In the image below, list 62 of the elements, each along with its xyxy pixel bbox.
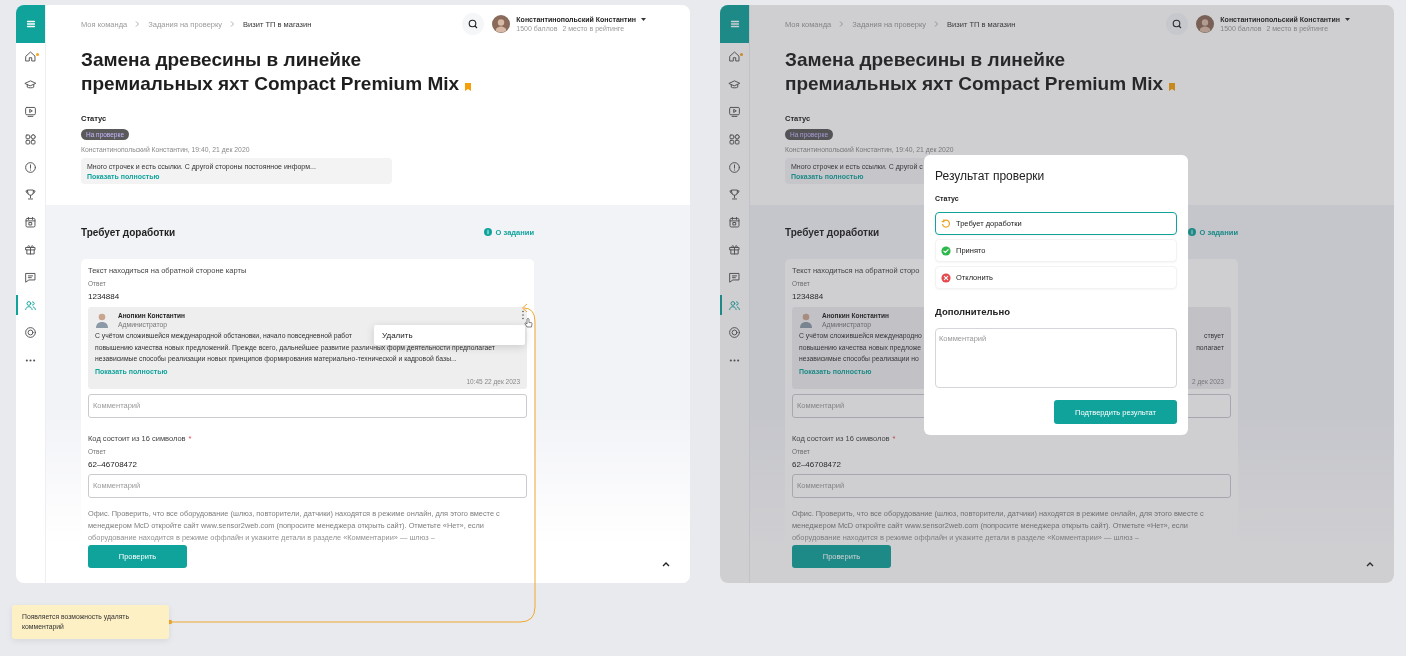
answer-text: 62–46708472 [88,459,138,469]
video-icon [24,105,37,119]
kebab-icon [521,310,525,320]
menu-item[interactable]: Удалить [374,325,525,345]
avatar-icon [1196,15,1215,33]
page-title: Замена древесины в линейке премиальных яхт Compact Premium Mix [785,48,1185,96]
answer-text: 62–46708472 [792,459,842,469]
section-title: Требует доработки [785,226,880,238]
lifebuoy-icon [24,326,37,340]
grid-icon [24,133,37,147]
bookmark-icon[interactable] [465,83,472,91]
cross-circle-icon [941,272,951,283]
extra-label: Дополнительно [935,306,1011,317]
trophy-icon [728,188,741,202]
menu-icon [24,18,37,30]
chat-icon [728,271,741,285]
chevron-right-icon [934,21,940,27]
search-button[interactable] [462,13,485,35]
refresh-icon [941,218,951,229]
people-icon [24,298,37,312]
video-icon [728,105,741,119]
page-title: Замена древесины в линейке премиальных яхт Compact Premium Mix [81,48,481,96]
chat-icon [24,271,37,285]
people-icon [728,298,741,312]
lifebuoy-icon [728,326,741,340]
answer-text: 1234884 [792,292,825,301]
avatar-icon [492,15,511,33]
menu-button[interactable] [720,5,749,43]
kebab-button[interactable] [521,310,525,320]
search-button[interactable] [1166,13,1189,35]
search-icon [1172,19,1183,29]
caret-icon [641,18,646,21]
gift-icon [728,243,741,257]
chevron-right-icon [135,21,141,27]
info-icon [483,228,492,236]
info-icon [728,160,741,174]
check-circle-icon [941,245,951,256]
home-icon [24,50,37,64]
calendar-icon [24,215,37,229]
chevron-up-icon [662,561,670,567]
chevron-up-icon [1366,561,1374,567]
dialog-title: Результат проверки [935,169,1046,183]
graduation-cap-icon [728,77,741,91]
menu-icon [728,18,741,30]
info-icon [24,160,37,174]
grid-icon [728,133,741,147]
home-icon [728,50,741,64]
search-icon [468,19,479,29]
hand-cursor-icon [524,318,533,328]
bookmark-icon[interactable] [1169,83,1176,91]
calendar-icon [728,215,741,229]
chevron-right-icon [230,21,236,27]
trophy-icon [24,188,37,202]
graduation-cap-icon [24,77,37,91]
section-title: Требует доработки [81,226,176,238]
gift-icon [24,243,37,257]
answer-text: 1234884 [88,292,121,301]
avatar-icon [95,312,109,328]
menu-button[interactable] [16,5,45,43]
avatar-icon [799,312,813,328]
caret-icon [1345,18,1350,21]
chevron-right-icon [839,21,845,27]
